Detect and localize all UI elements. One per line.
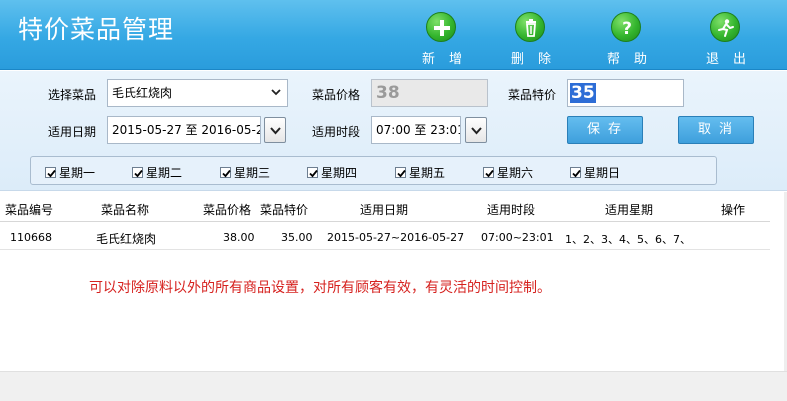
weekday-group: 星期一 星期二 星期三 星期四 星期五 星期六 星期日: [30, 156, 717, 185]
time-label: 适用时段: [312, 125, 361, 139]
dish-select-value: 毛氏红烧肉: [112, 86, 173, 100]
trash-icon: [515, 12, 545, 42]
column-header[interactable]: 适用时段: [487, 201, 535, 218]
dish-label: 选择菜品: [48, 88, 97, 102]
column-header[interactable]: 菜品编号: [5, 201, 53, 218]
plus-icon: [426, 12, 456, 42]
weekday-label: 星期六: [497, 166, 534, 180]
feature-note: 可以对除原料以外的所有商品设置，对所有顾客有效，有灵活的时间控制。: [89, 280, 551, 296]
time-range-dropdown[interactable]: [465, 117, 487, 143]
column-header[interactable]: 操作: [721, 201, 745, 218]
help-button[interactable]: ? 帮助: [597, 12, 655, 68]
checkbox-checked-icon: [220, 167, 231, 178]
table-row[interactable]: 110668 毛氏红烧肉 38.00 35.00 2015-05-27~2016…: [0, 226, 770, 250]
weekday-label: 星期三: [234, 166, 271, 180]
price-label: 菜品价格: [312, 88, 361, 102]
add-button-label: 新增: [422, 52, 477, 67]
weekday-checkbox-tue[interactable]: 星期二: [132, 164, 182, 181]
cell-name: 毛氏红烧肉: [96, 232, 157, 246]
price-field: 38: [371, 79, 488, 107]
time-range-field[interactable]: 07:00 至 23:01: [371, 116, 461, 144]
cell-weekdays: 1、2、3、4、5、6、7、: [565, 233, 691, 246]
header-bar: 特价菜品管理 新增 删除 ? 帮助 退出: [0, 0, 787, 70]
special-price-input[interactable]: 35: [567, 79, 684, 107]
checkbox-checked-icon: [570, 167, 581, 178]
dish-select[interactable]: 毛氏红烧肉: [107, 79, 288, 107]
edit-panel: 选择菜品 毛氏红烧肉 菜品价格 38 菜品特价 35 适用日期 2015-05-…: [0, 71, 787, 191]
weekday-checkbox-sat[interactable]: 星期六: [483, 164, 533, 181]
checkbox-checked-icon: [45, 167, 56, 178]
cell-date-range: 2015-05-27~2016-05-27: [327, 231, 465, 244]
chevron-down-icon: [270, 127, 281, 135]
column-header[interactable]: 适用日期: [360, 201, 408, 218]
column-header[interactable]: 菜品价格: [203, 201, 251, 218]
help-button-label: 帮助: [607, 52, 662, 67]
delete-button-label: 删除: [511, 52, 566, 67]
column-header[interactable]: 适用星期: [605, 201, 653, 218]
weekday-label: 星期二: [146, 166, 183, 180]
column-header[interactable]: 菜品特价: [260, 201, 308, 218]
weekday-label: 星期日: [584, 166, 621, 180]
date-range-dropdown[interactable]: [264, 117, 286, 143]
weekday-label: 星期五: [409, 166, 446, 180]
column-header[interactable]: 菜品名称: [101, 201, 149, 218]
page-title: 特价菜品管理: [18, 15, 175, 44]
help-icon: ?: [611, 12, 641, 42]
date-range-value: 2015-05-27 至 2016-05-27: [112, 123, 261, 137]
special-price-label: 菜品特价: [508, 88, 557, 102]
exit-button[interactable]: 退出: [696, 12, 754, 68]
chevron-down-icon: [471, 127, 482, 135]
weekday-checkbox-wed[interactable]: 星期三: [220, 164, 270, 181]
cell-price: 38.00: [223, 231, 255, 244]
exit-button-label: 退出: [706, 52, 761, 67]
weekday-label: 星期四: [321, 166, 358, 180]
date-range-field[interactable]: 2015-05-27 至 2016-05-27: [107, 116, 261, 144]
svg-text:?: ?: [622, 19, 632, 38]
table-header: 菜品编号 菜品名称 菜品价格 菜品特价 适用日期 适用时段 适用星期 操作: [0, 198, 770, 222]
cell-code: 110668: [10, 231, 52, 244]
delete-button[interactable]: 删除: [501, 12, 559, 68]
time-range-value: 07:00 至 23:01: [376, 123, 461, 137]
exit-icon: [710, 12, 740, 42]
checkbox-checked-icon: [132, 167, 143, 178]
weekday-checkbox-mon[interactable]: 星期一: [45, 164, 95, 181]
special-price-value: 35: [570, 83, 596, 103]
save-button[interactable]: 保存: [567, 116, 643, 144]
weekday-checkbox-sun[interactable]: 星期日: [570, 164, 620, 181]
add-button[interactable]: 新增: [412, 12, 470, 68]
checkbox-checked-icon: [395, 167, 406, 178]
weekday-checkbox-thu[interactable]: 星期四: [307, 164, 357, 181]
cell-time-range: 07:00~23:01: [481, 231, 554, 244]
checkbox-checked-icon: [483, 167, 494, 178]
status-bar: [0, 371, 787, 401]
cancel-button[interactable]: 取消: [678, 116, 754, 144]
weekday-checkbox-fri[interactable]: 星期五: [395, 164, 445, 181]
checkbox-checked-icon: [307, 167, 318, 178]
date-label: 适用日期: [48, 125, 97, 139]
weekday-label: 星期一: [59, 166, 96, 180]
cell-special-price: 35.00: [281, 231, 313, 244]
chevron-down-icon: [271, 89, 281, 96]
